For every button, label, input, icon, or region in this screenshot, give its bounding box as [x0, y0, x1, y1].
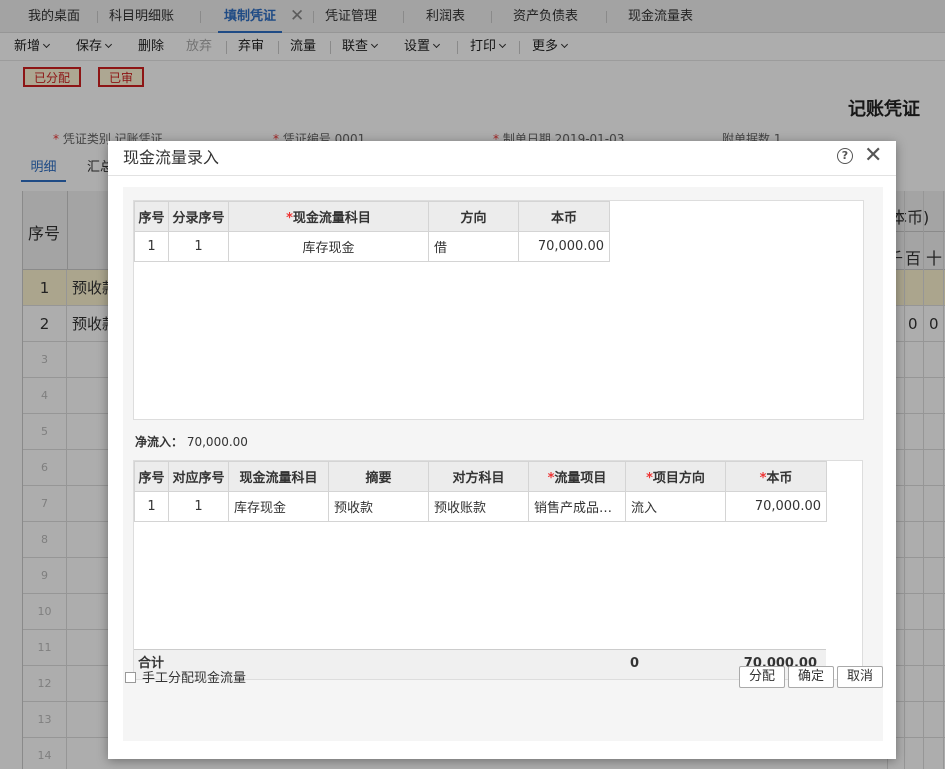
col-amount: *本币: [725, 461, 827, 492]
col-cash-account: *现金流量科目: [228, 201, 429, 232]
cell-flow-item[interactable]: 销售产成品、商品、提供劳务收到的现金: [528, 491, 626, 522]
required-marker: *: [646, 471, 653, 486]
col-seq: 序号: [134, 461, 169, 492]
cell-summary: 预收款: [328, 491, 429, 522]
table-row[interactable]: 1 1 库存现金 借 70,000.00: [134, 231, 610, 262]
cell-direction: 借: [428, 231, 519, 262]
allocate-button[interactable]: 分配: [739, 666, 785, 688]
col-cash-account: 现金流量科目: [228, 461, 329, 492]
col-summary: 摘要: [328, 461, 429, 492]
checkbox-icon[interactable]: [125, 672, 136, 683]
help-icon[interactable]: ?: [837, 148, 853, 164]
col-flow-item: *流量项目: [528, 461, 626, 492]
manual-allocate-label: 手工分配现金流量: [142, 671, 247, 686]
cash-flow-items-table: 序号 对应序号 现金流量科目 摘要 对方科目 *流量项目 *项目方向 *本币 1…: [134, 461, 827, 522]
cell-seq: 1: [134, 491, 169, 522]
dialog-header: 现金流量录入 ? ✕: [108, 141, 896, 176]
cell-amount[interactable]: 70,000.00: [725, 491, 827, 522]
col-amount-label: 本币: [766, 471, 793, 486]
col-entry-seq: 分录序号: [168, 201, 229, 232]
col-cash-account-label: 现金流量科目: [292, 211, 371, 226]
net-inflow: 净流入： 70,000.00: [135, 433, 248, 450]
col-item-direction: *项目方向: [625, 461, 726, 492]
cell-cash-account: 库存现金: [228, 491, 329, 522]
table-row[interactable]: 1 1 库存现金 预收款 预收账款 销售产成品、商品、提供劳务收到的现金 流入 …: [134, 491, 827, 522]
required-marker: *: [286, 211, 293, 226]
col-counter-account: 对方科目: [428, 461, 529, 492]
cash-account-table: 序号 分录序号 *现金流量科目 方向 本币 1 1 库存现金 借 70,000.…: [134, 201, 610, 262]
table-header-row: 序号 对应序号 现金流量科目 摘要 对方科目 *流量项目 *项目方向 *本币: [134, 461, 827, 492]
net-inflow-value: 70,000.00: [186, 435, 248, 449]
cell-counter-account: 预收账款: [428, 491, 529, 522]
cancel-button[interactable]: 取消: [837, 666, 883, 688]
cash-flow-entry-dialog: 现金流量录入 ? ✕ 序号 分录序号 *现金流量科目 方向 本币 1 1 库存现…: [108, 141, 896, 759]
cash-flow-items-panel: 序号 对应序号 现金流量科目 摘要 对方科目 *流量项目 *项目方向 *本币 1…: [133, 460, 863, 680]
dialog-body: 序号 分录序号 *现金流量科目 方向 本币 1 1 库存现金 借 70,000.…: [123, 187, 883, 741]
col-item-direction-label: 项目方向: [652, 471, 705, 486]
net-inflow-label: 净流入：: [135, 435, 184, 449]
ok-button[interactable]: 确定: [788, 666, 834, 688]
close-icon[interactable]: ✕: [864, 143, 882, 169]
manual-allocate-checkbox[interactable]: 手工分配现金流量: [125, 667, 246, 686]
col-flow-item-label: 流量项目: [554, 471, 607, 486]
cell-seq: 1: [134, 231, 169, 262]
total-count: 0: [630, 656, 640, 671]
col-direction: 方向: [428, 201, 519, 232]
col-seq: 序号: [134, 201, 169, 232]
cash-account-panel: 序号 分录序号 *现金流量科目 方向 本币 1 1 库存现金 借 70,000.…: [133, 200, 864, 420]
col-related-seq: 对应序号: [168, 461, 229, 492]
cell-entry-seq: 1: [168, 231, 229, 262]
cell-item-direction[interactable]: 流入: [625, 491, 726, 522]
cell-amount: 70,000.00: [518, 231, 610, 262]
dialog-title: 现金流量录入: [123, 148, 220, 167]
col-amount: 本币: [518, 201, 610, 232]
cell-cash-account[interactable]: 库存现金: [228, 231, 429, 262]
cell-related-seq: 1: [168, 491, 229, 522]
table-header-row: 序号 分录序号 *现金流量科目 方向 本币: [134, 201, 610, 232]
